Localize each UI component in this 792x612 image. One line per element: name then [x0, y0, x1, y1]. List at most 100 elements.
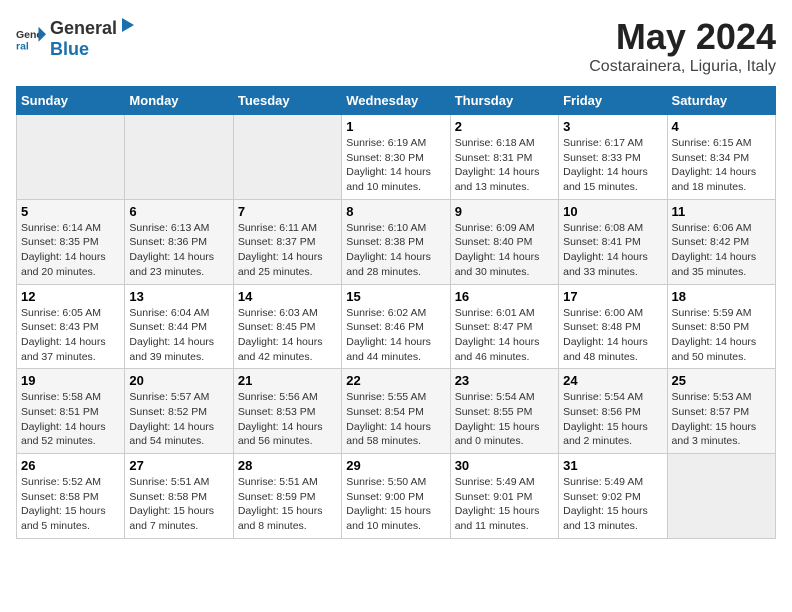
- calendar-cell: 24 Sunrise: 5:54 AM Sunset: 8:56 PM Dayl…: [559, 369, 667, 454]
- weekday-header-wednesday: Wednesday: [342, 87, 450, 115]
- sunrise-time: Sunrise: 6:15 AM: [672, 137, 752, 149]
- day-number: 9: [455, 204, 554, 219]
- daylight-hours: Daylight: 14 hours and 58 minutes.: [346, 421, 431, 448]
- calendar-cell: 17 Sunrise: 6:00 AM Sunset: 8:48 PM Dayl…: [559, 284, 667, 369]
- sunrise-time: Sunrise: 6:00 AM: [563, 307, 643, 319]
- calendar-cell: 20 Sunrise: 5:57 AM Sunset: 8:52 PM Dayl…: [125, 369, 233, 454]
- day-info: Sunrise: 6:19 AM Sunset: 8:30 PM Dayligh…: [346, 136, 445, 195]
- weekday-header-monday: Monday: [125, 87, 233, 115]
- daylight-hours: Daylight: 14 hours and 28 minutes.: [346, 251, 431, 278]
- sunrise-time: Sunrise: 6:02 AM: [346, 307, 426, 319]
- sunset-time: Sunset: 8:44 PM: [129, 321, 207, 333]
- calendar-cell: [233, 115, 341, 200]
- sunset-time: Sunset: 8:54 PM: [346, 406, 424, 418]
- calendar-cell: 26 Sunrise: 5:52 AM Sunset: 8:58 PM Dayl…: [17, 454, 125, 539]
- calendar-cell: [125, 115, 233, 200]
- daylight-hours: Daylight: 15 hours and 7 minutes.: [129, 505, 214, 532]
- sunset-time: Sunset: 8:48 PM: [563, 321, 641, 333]
- daylight-hours: Daylight: 14 hours and 39 minutes.: [129, 336, 214, 363]
- daylight-hours: Daylight: 14 hours and 25 minutes.: [238, 251, 323, 278]
- day-number: 30: [455, 458, 554, 473]
- sunrise-time: Sunrise: 5:58 AM: [21, 391, 101, 403]
- sunrise-time: Sunrise: 5:53 AM: [672, 391, 752, 403]
- calendar-table: SundayMondayTuesdayWednesdayThursdayFrid…: [16, 86, 776, 539]
- sunset-time: Sunset: 8:55 PM: [455, 406, 533, 418]
- daylight-hours: Daylight: 14 hours and 37 minutes.: [21, 336, 106, 363]
- daylight-hours: Daylight: 14 hours and 56 minutes.: [238, 421, 323, 448]
- sunset-time: Sunset: 8:46 PM: [346, 321, 424, 333]
- day-number: 3: [563, 119, 662, 134]
- day-info: Sunrise: 6:06 AM Sunset: 8:42 PM Dayligh…: [672, 221, 771, 280]
- sunset-time: Sunset: 8:45 PM: [238, 321, 316, 333]
- week-row-5: 26 Sunrise: 5:52 AM Sunset: 8:58 PM Dayl…: [17, 454, 776, 539]
- logo-general: General: [50, 18, 117, 39]
- week-row-4: 19 Sunrise: 5:58 AM Sunset: 8:51 PM Dayl…: [17, 369, 776, 454]
- day-number: 21: [238, 373, 337, 388]
- calendar-cell: 18 Sunrise: 5:59 AM Sunset: 8:50 PM Dayl…: [667, 284, 775, 369]
- sunrise-time: Sunrise: 5:49 AM: [563, 476, 643, 488]
- sunrise-time: Sunrise: 5:51 AM: [238, 476, 318, 488]
- day-info: Sunrise: 6:01 AM Sunset: 8:47 PM Dayligh…: [455, 306, 554, 365]
- day-number: 7: [238, 204, 337, 219]
- sunrise-time: Sunrise: 6:05 AM: [21, 307, 101, 319]
- daylight-hours: Daylight: 15 hours and 2 minutes.: [563, 421, 648, 448]
- day-number: 12: [21, 289, 120, 304]
- daylight-hours: Daylight: 14 hours and 46 minutes.: [455, 336, 540, 363]
- weekday-header-sunday: Sunday: [17, 87, 125, 115]
- calendar-cell: 31 Sunrise: 5:49 AM Sunset: 9:02 PM Dayl…: [559, 454, 667, 539]
- sunset-time: Sunset: 8:42 PM: [672, 236, 750, 248]
- day-info: Sunrise: 6:05 AM Sunset: 8:43 PM Dayligh…: [21, 306, 120, 365]
- sunrise-time: Sunrise: 5:54 AM: [455, 391, 535, 403]
- calendar-cell: 10 Sunrise: 6:08 AM Sunset: 8:41 PM Dayl…: [559, 199, 667, 284]
- day-number: 26: [21, 458, 120, 473]
- daylight-hours: Daylight: 15 hours and 11 minutes.: [455, 505, 540, 532]
- day-number: 19: [21, 373, 120, 388]
- svg-text:ral: ral: [16, 40, 29, 52]
- sunrise-time: Sunrise: 6:11 AM: [238, 222, 317, 234]
- calendar-cell: 4 Sunrise: 6:15 AM Sunset: 8:34 PM Dayli…: [667, 115, 775, 200]
- day-info: Sunrise: 6:11 AM Sunset: 8:37 PM Dayligh…: [238, 221, 337, 280]
- daylight-hours: Daylight: 15 hours and 0 minutes.: [455, 421, 540, 448]
- daylight-hours: Daylight: 14 hours and 54 minutes.: [129, 421, 214, 448]
- day-info: Sunrise: 6:13 AM Sunset: 8:36 PM Dayligh…: [129, 221, 228, 280]
- day-number: 1: [346, 119, 445, 134]
- daylight-hours: Daylight: 15 hours and 10 minutes.: [346, 505, 431, 532]
- calendar-cell: 19 Sunrise: 5:58 AM Sunset: 8:51 PM Dayl…: [17, 369, 125, 454]
- sunset-time: Sunset: 8:34 PM: [672, 152, 750, 164]
- calendar-cell: 6 Sunrise: 6:13 AM Sunset: 8:36 PM Dayli…: [125, 199, 233, 284]
- daylight-hours: Daylight: 14 hours and 10 minutes.: [346, 166, 431, 193]
- sunset-time: Sunset: 8:31 PM: [455, 152, 533, 164]
- weekday-header-saturday: Saturday: [667, 87, 775, 115]
- calendar-cell: 23 Sunrise: 5:54 AM Sunset: 8:55 PM Dayl…: [450, 369, 558, 454]
- logo-blue: Blue: [50, 39, 89, 59]
- day-number: 25: [672, 373, 771, 388]
- calendar-cell: [667, 454, 775, 539]
- daylight-hours: Daylight: 15 hours and 13 minutes.: [563, 505, 648, 532]
- day-info: Sunrise: 5:57 AM Sunset: 8:52 PM Dayligh…: [129, 390, 228, 449]
- sunset-time: Sunset: 8:51 PM: [21, 406, 99, 418]
- location-subtitle: Costarainera, Liguria, Italy: [589, 58, 776, 76]
- calendar-cell: 21 Sunrise: 5:56 AM Sunset: 8:53 PM Dayl…: [233, 369, 341, 454]
- daylight-hours: Daylight: 14 hours and 52 minutes.: [21, 421, 106, 448]
- title-block: May 2024 Costarainera, Liguria, Italy: [589, 16, 776, 76]
- day-info: Sunrise: 6:04 AM Sunset: 8:44 PM Dayligh…: [129, 306, 228, 365]
- weekday-header-row: SundayMondayTuesdayWednesdayThursdayFrid…: [17, 87, 776, 115]
- sunrise-time: Sunrise: 6:03 AM: [238, 307, 318, 319]
- daylight-hours: Daylight: 14 hours and 23 minutes.: [129, 251, 214, 278]
- sunset-time: Sunset: 8:40 PM: [455, 236, 533, 248]
- day-number: 17: [563, 289, 662, 304]
- daylight-hours: Daylight: 14 hours and 44 minutes.: [346, 336, 431, 363]
- day-info: Sunrise: 6:15 AM Sunset: 8:34 PM Dayligh…: [672, 136, 771, 195]
- calendar-cell: 14 Sunrise: 6:03 AM Sunset: 8:45 PM Dayl…: [233, 284, 341, 369]
- calendar-cell: 29 Sunrise: 5:50 AM Sunset: 9:00 PM Dayl…: [342, 454, 450, 539]
- day-info: Sunrise: 5:51 AM Sunset: 8:59 PM Dayligh…: [238, 475, 337, 534]
- sunset-time: Sunset: 8:59 PM: [238, 491, 316, 503]
- calendar-cell: 8 Sunrise: 6:10 AM Sunset: 8:38 PM Dayli…: [342, 199, 450, 284]
- sunset-time: Sunset: 8:30 PM: [346, 152, 424, 164]
- calendar-cell: 27 Sunrise: 5:51 AM Sunset: 8:58 PM Dayl…: [125, 454, 233, 539]
- calendar-cell: 1 Sunrise: 6:19 AM Sunset: 8:30 PM Dayli…: [342, 115, 450, 200]
- sunrise-time: Sunrise: 5:55 AM: [346, 391, 426, 403]
- daylight-hours: Daylight: 14 hours and 15 minutes.: [563, 166, 648, 193]
- daylight-hours: Daylight: 14 hours and 48 minutes.: [563, 336, 648, 363]
- day-info: Sunrise: 5:56 AM Sunset: 8:53 PM Dayligh…: [238, 390, 337, 449]
